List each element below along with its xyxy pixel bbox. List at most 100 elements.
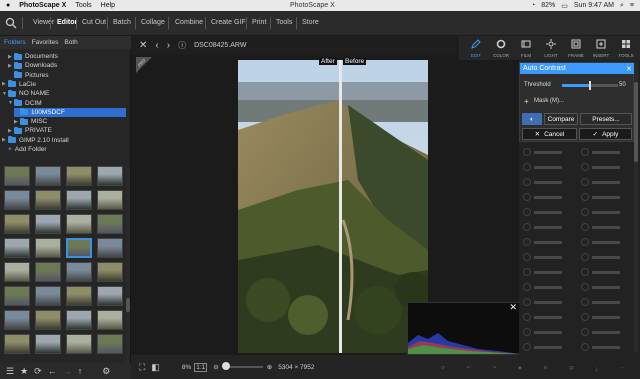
info-icon[interactable]: ⓘ — [178, 40, 186, 51]
presets-button[interactable]: Presets... — [580, 113, 632, 125]
forward-arrow-icon[interactable]: → — [63, 366, 72, 376]
thumbnail-image[interactable] — [4, 334, 30, 354]
thumbnail-image[interactable] — [66, 310, 92, 330]
thumbnail-image[interactable] — [35, 238, 61, 258]
thumbnail-image[interactable] — [97, 334, 123, 354]
folder-tree-item[interactable]: ▼ NO NAME — [2, 89, 49, 98]
thumbnail-image[interactable] — [97, 166, 123, 186]
tab-editor[interactable]: Editor — [57, 19, 77, 26]
tab-viewer[interactable]: Viewer — [33, 19, 54, 26]
wifi-icon[interactable]: ◔ — [531, 2, 535, 9]
threshold-slider[interactable] — [562, 81, 618, 90]
compare-icon[interactable]: ⊟ — [544, 365, 548, 371]
menu-list-icon[interactable]: ≡ — [630, 2, 634, 9]
thumbnail-image[interactable] — [4, 286, 30, 306]
thumbnail-image[interactable] — [35, 166, 61, 186]
tab-collage[interactable]: Collage — [141, 19, 165, 26]
ratio-button[interactable]: 1:1 — [194, 362, 208, 372]
thumbnail-image[interactable] — [66, 334, 92, 354]
app-menu[interactable]: PhotoScape X — [19, 2, 66, 9]
mask-plus-icon[interactable]: + — [524, 97, 529, 106]
photo-preview[interactable] — [238, 60, 428, 353]
next-arrow-icon[interactable]: › — [167, 40, 170, 51]
revert-icon[interactable]: ↺ — [441, 365, 445, 371]
search-icon[interactable] — [5, 17, 17, 29]
thumbnail-image[interactable] — [4, 166, 30, 186]
thumbnail-image[interactable] — [35, 214, 61, 234]
settings-gear-icon[interactable]: ⚙ — [102, 366, 110, 377]
mask-button[interactable]: Mask (M)... — [534, 98, 564, 104]
tab-combine[interactable]: Combine — [175, 19, 203, 26]
split-view-icon[interactable]: ◧ — [151, 362, 160, 373]
close-icon[interactable]: ✕ — [139, 40, 147, 51]
thumbnail-image[interactable] — [66, 262, 92, 282]
right-scrollbar[interactable] — [634, 62, 638, 352]
zoom-in-icon[interactable]: ⊕ — [267, 363, 272, 371]
open-icon[interactable]: ▤ — [569, 365, 573, 371]
clock[interactable]: Sun 9:47 AM — [574, 2, 614, 9]
tab-store[interactable]: Store — [302, 19, 319, 26]
folder-tree-item[interactable]: ▶ LaCie — [2, 80, 36, 89]
folder-tree-item[interactable]: ▼ DCIM — [8, 99, 42, 108]
up-arrow-icon[interactable]: ↑ — [78, 366, 83, 376]
canvas-area[interactable]: PRO After Before ✕ — [131, 55, 521, 355]
thumbnail-image[interactable] — [35, 310, 61, 330]
redo-icon[interactable]: ↷ — [492, 365, 496, 371]
crop-icon[interactable]: ⛶ — [139, 362, 145, 373]
original-icon[interactable]: ◉ — [518, 365, 522, 371]
save-icon[interactable]: ⤓ — [596, 366, 598, 371]
compare-toggle-icon[interactable]: ◐ — [522, 113, 542, 125]
tool-film[interactable]: FILM — [515, 38, 537, 58]
battery-icon[interactable]: ▭ — [561, 2, 568, 10]
thumbnail-image[interactable] — [66, 166, 92, 186]
tool-edit[interactable]: EDIT — [465, 38, 487, 58]
tab-favorites[interactable]: Favorites — [32, 39, 59, 46]
thumbnail-image[interactable] — [4, 190, 30, 210]
zoom-slider[interactable] — [221, 362, 263, 370]
apply-button[interactable]: ✓ Apply — [579, 128, 632, 140]
folder-tree-item[interactable]: ▶ Downloads — [8, 61, 57, 70]
tab-batch[interactable]: Batch — [113, 19, 131, 26]
dialog-close-icon[interactable]: ✕ — [626, 65, 632, 73]
tool-color[interactable]: COLOR — [490, 38, 512, 58]
thumbnail-image[interactable] — [97, 262, 123, 282]
thumbnail-image[interactable] — [4, 310, 30, 330]
thumbnail-image[interactable] — [66, 214, 92, 234]
thumbnail-image[interactable] — [35, 262, 61, 282]
tab-both[interactable]: Both — [64, 39, 77, 46]
add-folder-button[interactable]: + Add Folder — [8, 145, 47, 154]
tool-tools[interactable]: TOOLS — [615, 38, 637, 58]
more-icon[interactable]: ⋯ — [620, 365, 625, 371]
thumbnail-image[interactable] — [97, 286, 123, 306]
prev-arrow-icon[interactable]: ‹ — [155, 40, 158, 51]
refresh-icon[interactable]: ⟳ — [34, 366, 42, 377]
threshold-value[interactable]: 50 — [619, 82, 626, 88]
folder-tree-item[interactable]: ▶ PRIVATE — [8, 126, 52, 135]
folder-tree-item[interactable]: ▶ Documents — [8, 52, 58, 61]
tab-print[interactable]: Print — [252, 19, 266, 26]
tool-frame[interactable]: FRAME — [565, 38, 587, 58]
thumbnail-image[interactable] — [66, 286, 92, 306]
apple-icon[interactable]: ● — [6, 2, 10, 9]
tab-cut-out[interactable]: Cut Out — [82, 19, 106, 26]
thumbnail-image[interactable] — [35, 190, 61, 210]
folder-tree-item[interactable]: 100MSDCF — [14, 107, 126, 117]
tab-create-gif[interactable]: Create GIF — [211, 19, 246, 26]
folder-tree-item[interactable]: ▶ MISC — [14, 117, 47, 126]
thumbnail-image[interactable] — [97, 190, 123, 210]
search-icon[interactable]: ⌕ — [620, 2, 624, 10]
thumbnail-image[interactable] — [97, 310, 123, 330]
cancel-button[interactable]: ✕ Cancel — [522, 128, 577, 140]
thumbnail-image[interactable] — [35, 334, 61, 354]
undo-icon[interactable]: ↶ — [467, 365, 471, 371]
zoom-out-icon[interactable]: ⊖ — [213, 363, 218, 371]
thumbnail-image[interactable] — [4, 262, 30, 282]
thumbnail-image[interactable] — [4, 214, 30, 234]
thumbnail-image[interactable] — [97, 214, 123, 234]
thumbnail-scrollbar[interactable] — [126, 168, 130, 363]
thumbnail-image[interactable] — [66, 238, 92, 258]
thumbnail-image[interactable] — [66, 190, 92, 210]
compare-button[interactable]: Compare — [544, 113, 578, 125]
thumbnail-image[interactable] — [35, 286, 61, 306]
thumbnail-image[interactable] — [4, 238, 30, 258]
